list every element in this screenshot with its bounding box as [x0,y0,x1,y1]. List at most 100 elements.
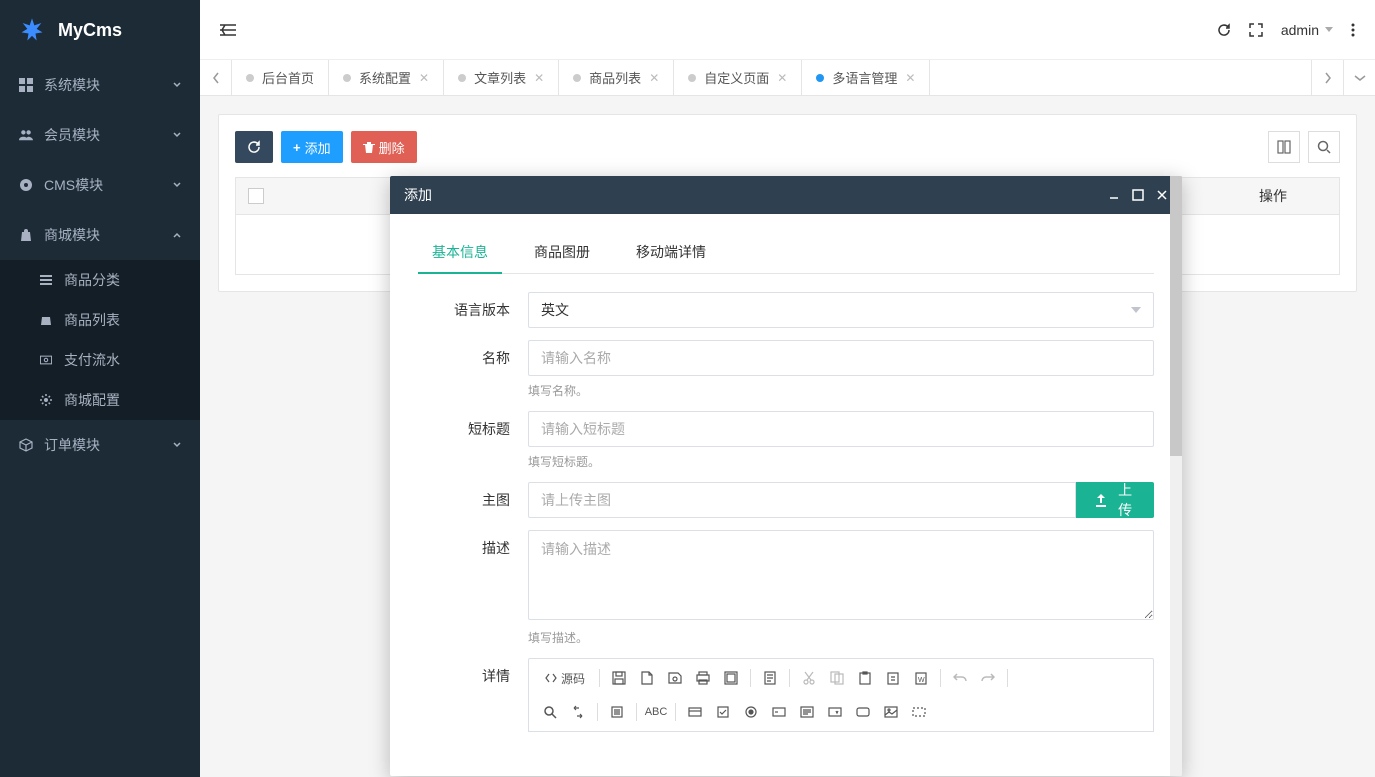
users-icon [18,128,34,142]
label-language: 语言版本 [418,292,528,328]
add-button[interactable]: +添加 [281,131,343,163]
columns-button[interactable] [1268,131,1300,163]
chevron-down-icon [172,440,182,450]
more-menu-button[interactable] [1351,23,1355,37]
editor-paste-word-button[interactable]: W [908,665,934,691]
modal-header[interactable]: 添加 [390,176,1182,214]
tab-dot-icon [458,74,466,82]
editor-preview-button[interactable] [662,665,688,691]
money-icon [38,354,54,366]
hint-description: 填写描述。 [528,629,1154,646]
tabs-scroll-right[interactable] [1311,60,1343,95]
tab-dashboard[interactable]: 后台首页 [232,60,329,95]
tab-goods-album[interactable]: 商品图册 [520,232,604,273]
modal-close-button[interactable] [1156,189,1168,201]
select-all-checkbox[interactable] [248,188,264,204]
tab-dot-icon [343,74,351,82]
tab-close-button[interactable]: ✕ [649,71,659,85]
scrollbar-thumb[interactable] [1170,176,1182,456]
subnav-goods-list[interactable]: 商品列表 [0,300,200,340]
editor-find-button[interactable] [537,699,563,725]
textarea-description[interactable] [528,530,1154,620]
tab-system-config[interactable]: 系统配置 ✕ [329,60,444,95]
editor-save-button[interactable] [606,665,632,691]
trash-icon [363,141,375,153]
editor-textarea-button[interactable] [794,699,820,725]
tab-label: 多语言管理 [832,68,897,87]
nav-mall-module[interactable]: 商城模块 [0,210,200,260]
input-main-image[interactable] [528,482,1076,518]
editor-templates-button[interactable] [718,665,744,691]
subnav-mall-config[interactable]: 商城配置 [0,380,200,420]
field-short-title: 短标题 填写短标题。 [418,411,1154,470]
refresh-button[interactable] [1217,23,1231,37]
editor-cut-button[interactable] [796,665,822,691]
editor-radio-button[interactable] [738,699,764,725]
tab-multilang[interactable]: 多语言管理 ✕ [802,60,930,95]
nav-cms-module[interactable]: CMS模块 [0,160,200,210]
editor-form-button[interactable] [682,699,708,725]
editor-replace-button[interactable] [565,699,591,725]
editor-spellcheck-button[interactable]: ABC [643,699,669,725]
cube-icon [18,438,34,452]
subnav-payment-flow[interactable]: 支付流水 [0,340,200,380]
editor-selectall-button[interactable] [604,699,630,725]
tabs-scroll-left[interactable] [200,60,232,95]
editor-paste-text-button[interactable] [880,665,906,691]
chevron-down-icon [172,180,182,190]
select-language[interactable]: 英文 [528,292,1154,328]
delete-button[interactable]: 删除 [351,131,417,163]
tabs-dropdown[interactable] [1343,60,1375,95]
nav-label: 系统模块 [44,75,172,95]
search-button[interactable] [1308,131,1340,163]
nav-member-module[interactable]: 会员模块 [0,110,200,160]
editor-button-button[interactable] [850,699,876,725]
editor-select-button[interactable] [822,699,848,725]
modal-maximize-button[interactable] [1132,189,1144,201]
tab-goods-list[interactable]: 商品列表✕ [559,60,674,95]
nav-order-module[interactable]: 订单模块 [0,420,200,470]
bag-icon [18,228,34,242]
tab-close-button[interactable]: ✕ [777,71,787,85]
modal-body: 基本信息 商品图册 移动端详情 语言版本 英文 名称 填写名称。 短标题 [390,214,1182,776]
editor-source-button[interactable]: 源码 [537,665,593,691]
tab-dot-icon [246,74,254,82]
editor-copy-button[interactable] [824,665,850,691]
editor-redo-button[interactable] [975,665,1001,691]
editor-paste-button[interactable] [852,665,878,691]
subnav-goods-category[interactable]: 商品分类 [0,260,200,300]
tab-basic-info[interactable]: 基本信息 [418,232,502,274]
editor-print-button[interactable] [690,665,716,691]
nav-label: 订单模块 [44,435,172,455]
modal-scrollbar[interactable] [1170,176,1182,776]
subnav-label: 商品列表 [64,310,120,330]
user-menu[interactable]: admin [1281,22,1333,38]
editor-hidden-button[interactable] [906,699,932,725]
label-description: 描述 [418,530,528,646]
editor-undo-button[interactable] [947,665,973,691]
editor-image-button[interactable] [878,699,904,725]
input-name[interactable] [528,340,1154,376]
tab-close-button[interactable]: ✕ [419,71,429,85]
upload-button[interactable]: 上传 [1076,482,1154,518]
chevron-down-icon [172,80,182,90]
modal-minimize-button[interactable] [1108,189,1120,201]
logo[interactable]: MyCms [0,0,200,60]
refresh-table-button[interactable] [235,131,273,163]
nav-mall-submenu: 商品分类 商品列表 支付流水 商城配置 [0,260,200,420]
tab-close-button[interactable]: ✕ [905,71,915,85]
tab-label: 系统配置 [359,68,411,87]
tab-dot-icon [573,74,581,82]
tab-custom-page[interactable]: 自定义页面✕ [674,60,802,95]
editor-doc-button[interactable] [757,665,783,691]
editor-textfield-button[interactable] [766,699,792,725]
fullscreen-button[interactable] [1249,23,1263,37]
sidebar-toggle-button[interactable] [220,23,236,37]
input-short-title[interactable] [528,411,1154,447]
editor-checkbox-button[interactable] [710,699,736,725]
tab-close-button[interactable]: ✕ [534,71,544,85]
editor-newpage-button[interactable] [634,665,660,691]
tab-article-list[interactable]: 文章列表✕ [444,60,559,95]
tab-mobile-detail[interactable]: 移动端详情 [622,232,720,273]
nav-system-module[interactable]: 系统模块 [0,60,200,110]
